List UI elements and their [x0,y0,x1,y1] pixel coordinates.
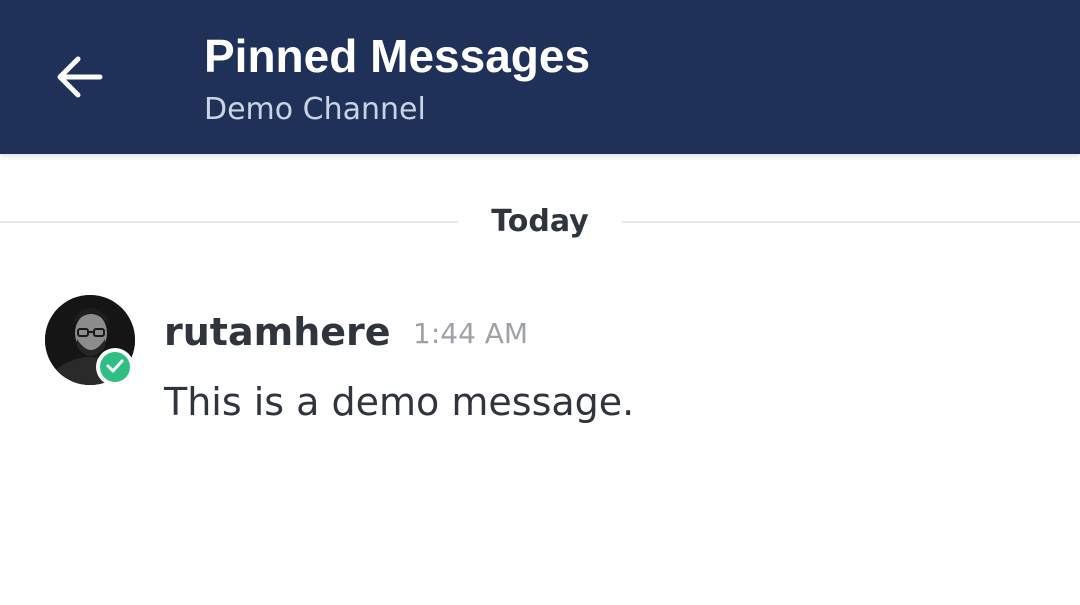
message-timestamp: 1:44 AM [413,317,529,350]
back-button[interactable] [40,40,118,118]
check-icon [106,358,124,377]
date-divider-label: Today [491,204,589,239]
page-title: Pinned Messages [204,30,591,82]
divider-line-right [622,221,1080,223]
message-item[interactable]: rutamhere 1:44 AM This is a demo message… [0,290,1080,440]
header-bar: Pinned Messages Demo Channel [0,0,1080,154]
message-username[interactable]: rutamhere [164,308,391,356]
pinned-messages-screen: Pinned Messages Demo Channel Today rutam… [0,0,1080,605]
channel-name: Demo Channel [204,92,426,127]
date-divider: Today [0,198,1080,246]
arrow-left-icon [54,55,104,103]
message-text: This is a demo message. [164,380,635,424]
divider-line-left [0,221,458,223]
status-online-badge [96,348,134,386]
